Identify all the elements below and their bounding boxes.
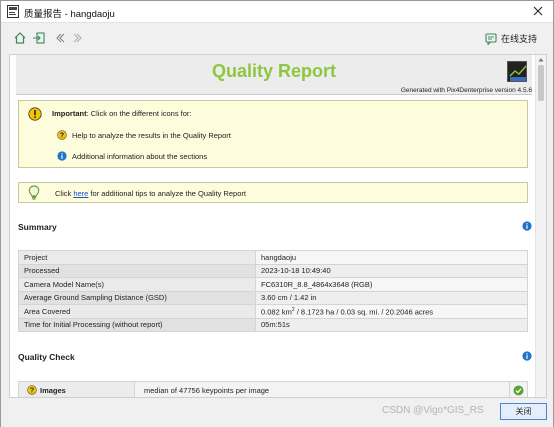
summary-label: Average Ground Sampling Distance (GSD) (18, 290, 256, 305)
quality-check-value: median of 47756 keypoints per image (144, 386, 270, 395)
tips-prefix: Click (55, 189, 74, 198)
report-title: Quality Report (211, 61, 336, 81)
table-row: Processed 2023-10-18 10:49:40 (18, 263, 528, 278)
close-button[interactable]: 关闭 (500, 403, 547, 420)
quality-check-label-text: Images (40, 385, 66, 395)
summary-info-icon[interactable] (522, 221, 532, 231)
summary-label: Project (18, 250, 256, 265)
tips-suffix: for additional tips to analyze the Quali… (88, 189, 246, 198)
summary-value: 3.60 cm / 1.42 in (255, 290, 528, 305)
quality-check-status (509, 382, 527, 397)
quality-check-label: ? Images (19, 382, 135, 397)
quality-check-row-images: ? Images median of 47756 keypoints per i… (18, 381, 528, 397)
info-icon (57, 151, 67, 161)
title-bar: 质量报告 - hangdaoju (1, 1, 553, 23)
pix4d-logo-mark (509, 65, 527, 81)
summary-value: FC6310R_8.8_4864x3648 (RGB) (255, 277, 528, 292)
help-icon[interactable]: ? (27, 385, 37, 395)
table-row: Time for Initial Processing (without rep… (18, 317, 528, 332)
help-legend-text: Help to analyze the results in the Quali… (72, 130, 231, 140)
toolbar: 在线支持 (1, 24, 553, 53)
report-window: 质量报告 - hangdaoju 在线支持 Quality Report Gen… (0, 0, 554, 427)
quality-check-info-icon[interactable] (522, 351, 532, 361)
tips-box: Click here for additional tips to analyz… (18, 182, 528, 203)
svg-text:?: ? (30, 388, 34, 395)
summary-value: 05m:51s (255, 317, 528, 332)
info-legend-row: Additional information about the section… (57, 151, 207, 161)
report-viewer: Quality Report Generated with Pix4Denter… (9, 54, 547, 398)
vertical-scrollbar[interactable] (535, 55, 546, 397)
area-value-suffix: / 8.1723 ha / 0.03 sq. mi. / 20.2046 acr… (294, 307, 434, 316)
important-label: Important (52, 109, 87, 118)
export-icon[interactable] (32, 31, 46, 45)
svg-text:?: ? (60, 133, 64, 140)
summary-heading: Summary (18, 222, 57, 232)
scroll-up-arrow-icon[interactable] (538, 57, 544, 62)
report-header: Quality Report Generated with Pix4Denter… (16, 55, 532, 95)
generated-by-text: Generated with Pix4Denterprise version 4… (400, 87, 532, 94)
info-legend-text: Additional information about the section… (72, 151, 208, 161)
back-icon[interactable] (53, 31, 67, 45)
tips-text: Click here for additional tips to analyz… (55, 189, 246, 198)
important-notice-box: Important: Click on the different icons … (18, 100, 528, 168)
summary-value: 2023-10-18 10:49:40 (255, 263, 528, 278)
important-text: Important: Click on the different icons … (52, 109, 192, 118)
summary-label: Processed (18, 263, 256, 278)
summary-value: 0.082 km2 / 8.1723 ha / 0.03 sq. mi. / 2… (255, 304, 528, 319)
app-icon (7, 5, 19, 18)
quality-check-heading: Quality Check (18, 352, 75, 362)
table-row: Average Ground Sampling Distance (GSD) 3… (18, 290, 528, 305)
warning-icon (28, 107, 42, 121)
help-icon: ? (57, 130, 67, 140)
table-row: Project hangdaoju (18, 250, 528, 265)
scrollbar-thumb[interactable] (538, 65, 544, 101)
home-icon[interactable] (13, 31, 27, 45)
window-title: 质量报告 - hangdaoju (24, 9, 115, 20)
important-instruction: : Click on the different icons for: (86, 109, 192, 118)
table-row: Area Covered 0.082 km2 / 8.1723 ha / 0.0… (18, 304, 528, 319)
chat-icon (485, 32, 497, 45)
summary-table: Project hangdaoju Processed 2023-10-18 1… (18, 250, 528, 332)
summary-value: hangdaoju (255, 250, 528, 265)
forward-icon[interactable] (71, 31, 85, 45)
online-support-button[interactable]: 在线支持 (485, 32, 537, 45)
online-support-label: 在线支持 (500, 34, 537, 44)
summary-label: Camera Model Name(s) (18, 277, 256, 292)
lightbulb-icon (28, 185, 40, 200)
summary-label: Area Covered (18, 304, 256, 319)
area-value-prefix: 0.082 km (261, 307, 292, 316)
close-icon[interactable] (531, 4, 545, 18)
help-legend-row: ? Help to analyze the results in the Qua… (57, 130, 231, 140)
pix4d-logo (507, 61, 527, 82)
summary-label: Time for Initial Processing (without rep… (18, 317, 256, 332)
tips-link[interactable]: here (73, 189, 88, 198)
table-row: Camera Model Name(s) FC6310R_8.8_4864x36… (18, 277, 528, 292)
check-ok-icon (513, 385, 524, 395)
watermark-text: CSDN @Vigo*GIS_RS (382, 405, 484, 416)
dialog-footer: CSDN @Vigo*GIS_RS 关闭 (1, 399, 553, 427)
